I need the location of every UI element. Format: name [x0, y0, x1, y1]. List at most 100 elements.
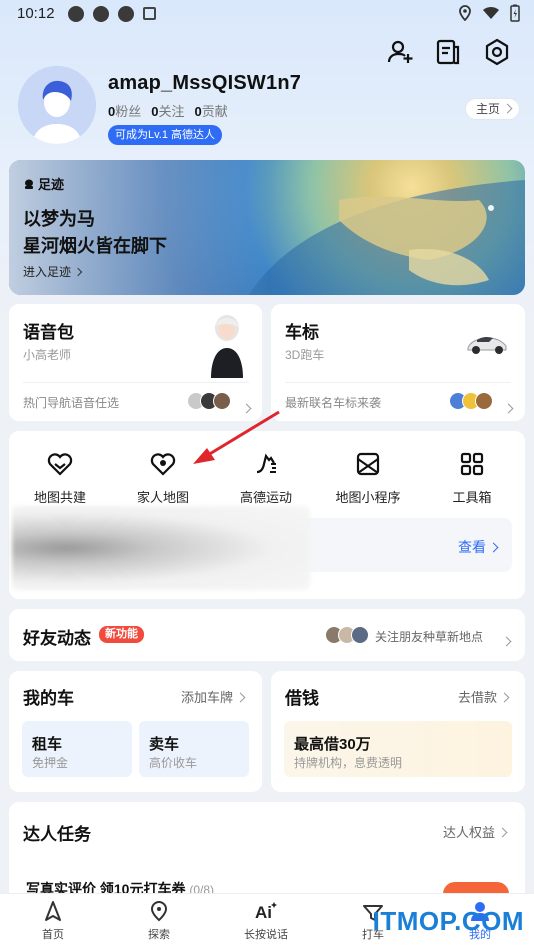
loan-title: 借钱 [285, 689, 319, 708]
card-divider [23, 382, 249, 383]
sell-car-title: 卖车 [149, 736, 180, 753]
homepage-button[interactable]: 主页 [464, 98, 520, 120]
footprint-icon [25, 179, 33, 189]
voice-pack-subtitle: 小高老师 [23, 348, 72, 362]
rent-car-tile[interactable]: 租车 免押金 [22, 721, 132, 777]
voice-pack-footer: 热门导航语音任选 [23, 396, 120, 410]
loan-offer-title: 最高借30万 [294, 736, 371, 753]
friends-activity-card[interactable]: 好友动态 新功能 关注朋友种草新地点 [9, 609, 525, 661]
contrib-stat[interactable]: 0贡献 [195, 101, 228, 120]
enter-footprint-link[interactable]: 进入足迹 [23, 263, 83, 280]
banner-tag-label: 足迹 [38, 177, 65, 192]
chevron-right-icon [488, 542, 499, 553]
chevron-right-icon [499, 692, 510, 703]
car-icon-card[interactable]: 车标 3D跑车 最新联名车标来袭 [271, 304, 525, 421]
nav-label: 探索 [148, 929, 170, 941]
notification-icon [118, 6, 134, 22]
voice-pack-title: 语音包 [23, 323, 74, 342]
tool-label: 地图共建 [33, 490, 86, 505]
tool-label: 家人地图 [136, 490, 189, 505]
sell-car-tile[interactable]: 卖车 高价收车 [139, 721, 249, 777]
banner-title-line2: 星河烟火皆在脚下 [23, 236, 167, 256]
borrow-link[interactable]: 去借款 [458, 687, 510, 706]
battery-icon [510, 4, 520, 22]
default-avatar-icon [18, 66, 96, 144]
document-icon[interactable] [434, 38, 462, 66]
rent-car-sub: 免押金 [32, 756, 69, 770]
contrib-count: 0 [194, 104, 202, 119]
follow-label: 关注 [158, 104, 185, 119]
borrow-label: 去借款 [458, 690, 498, 705]
expert-tasks-title: 达人任务 [23, 825, 91, 844]
notification-icon [68, 6, 84, 22]
avatar[interactable] [18, 66, 96, 144]
homepage-label: 主页 [475, 102, 500, 116]
fans-label: 粉丝 [115, 104, 142, 119]
add-friend-icon[interactable] [386, 38, 414, 66]
car-icon-subtitle: 3D跑车 [285, 348, 325, 362]
chevron-right-icon [497, 827, 508, 838]
expert-rights-label: 达人权益 [443, 825, 496, 840]
friend-avatar [351, 626, 369, 644]
loan-offer-sub: 持牌机构，息费透明 [294, 756, 403, 770]
ai-voice-icon: Ai [255, 902, 277, 922]
add-plate-link[interactable]: 添加车牌 [181, 687, 246, 706]
friend-avatars [325, 626, 369, 644]
location-pin-icon [150, 900, 168, 922]
username: amap_MssQISW1n7 [108, 72, 302, 94]
notification-a-icon [143, 7, 156, 20]
annotation-arrow [193, 410, 280, 464]
profile-stats: 0粉丝 0关注 0贡献 [108, 101, 228, 120]
my-car-title: 我的车 [23, 689, 74, 708]
chevron-right-icon [235, 692, 246, 703]
tool-map-contribute[interactable]: 地图共建 [12, 452, 108, 506]
nav-home[interactable]: 首页 [13, 900, 93, 942]
chevron-right-icon [502, 103, 513, 114]
tool-label: 地图小程序 [335, 490, 401, 505]
contrib-label: 贡献 [201, 104, 228, 119]
tool-mini-program[interactable]: 地图小程序 [320, 452, 416, 506]
footprint-banner[interactable]: 足迹 以梦为马 星河烟火皆在脚下 进入足迹 [9, 160, 525, 295]
settings-icon[interactable] [483, 38, 511, 66]
navigate-arrow-icon [45, 901, 61, 921]
view-link[interactable]: 查看 [458, 537, 499, 557]
card-divider [285, 382, 511, 383]
level-badge[interactable]: 可成为Lv.1 高德达人 [108, 125, 223, 145]
car-icon-avatars [449, 392, 493, 410]
friends-hint: 关注朋友种草新地点 [375, 630, 484, 644]
loan-card[interactable]: 借钱 去借款 最高借30万 持牌机构，息费透明 [271, 671, 525, 792]
chevron-right-icon [73, 267, 83, 277]
enter-footprint-label: 进入足迹 [23, 265, 72, 279]
chevron-right-icon [501, 636, 512, 647]
friends-title: 好友动态 [23, 629, 91, 648]
sports-car-icon [467, 336, 507, 354]
nav-explore[interactable]: 探索 [119, 900, 199, 942]
svg-text:Ai: Ai [255, 903, 272, 922]
grid-icon [460, 452, 484, 476]
wifi-icon [483, 6, 499, 19]
nav-label: 首页 [42, 929, 64, 941]
nav-voice[interactable]: Ai 长按说话 [226, 900, 306, 942]
location-icon [459, 5, 471, 21]
rent-car-title: 租车 [32, 736, 63, 753]
mini-program-icon [356, 452, 380, 476]
view-link-label: 查看 [458, 539, 486, 555]
car-icon-footer: 最新联名车标来袭 [285, 396, 382, 410]
loan-offer-tile[interactable]: 最高借30万 持牌机构，息费透明 [284, 721, 512, 777]
voice-pack-card[interactable]: 语音包 小高老师 热门导航语音任选 [9, 304, 262, 421]
banner-tag: 足迹 [23, 174, 64, 193]
watermark: ITMOP.COM [372, 906, 524, 936]
follow-stat[interactable]: 0关注 [151, 101, 184, 120]
add-plate-label: 添加车牌 [181, 690, 234, 705]
nav-label: 长按说话 [244, 929, 288, 941]
chevron-right-icon [503, 403, 514, 414]
status-time: 10:12 [17, 5, 55, 22]
heart-map-icon [47, 453, 73, 476]
my-car-card[interactable]: 我的车 添加车牌 租车 免押金 卖车 高价收车 [9, 671, 262, 792]
tool-toolbox[interactable]: 工具箱 [424, 452, 520, 506]
sell-car-sub: 高价收车 [149, 756, 198, 770]
expert-rights-link[interactable]: 达人权益 [443, 822, 508, 841]
fans-stat[interactable]: 0粉丝 [108, 101, 141, 120]
new-feature-badge: 新功能 [99, 626, 144, 643]
status-right [458, 4, 520, 22]
